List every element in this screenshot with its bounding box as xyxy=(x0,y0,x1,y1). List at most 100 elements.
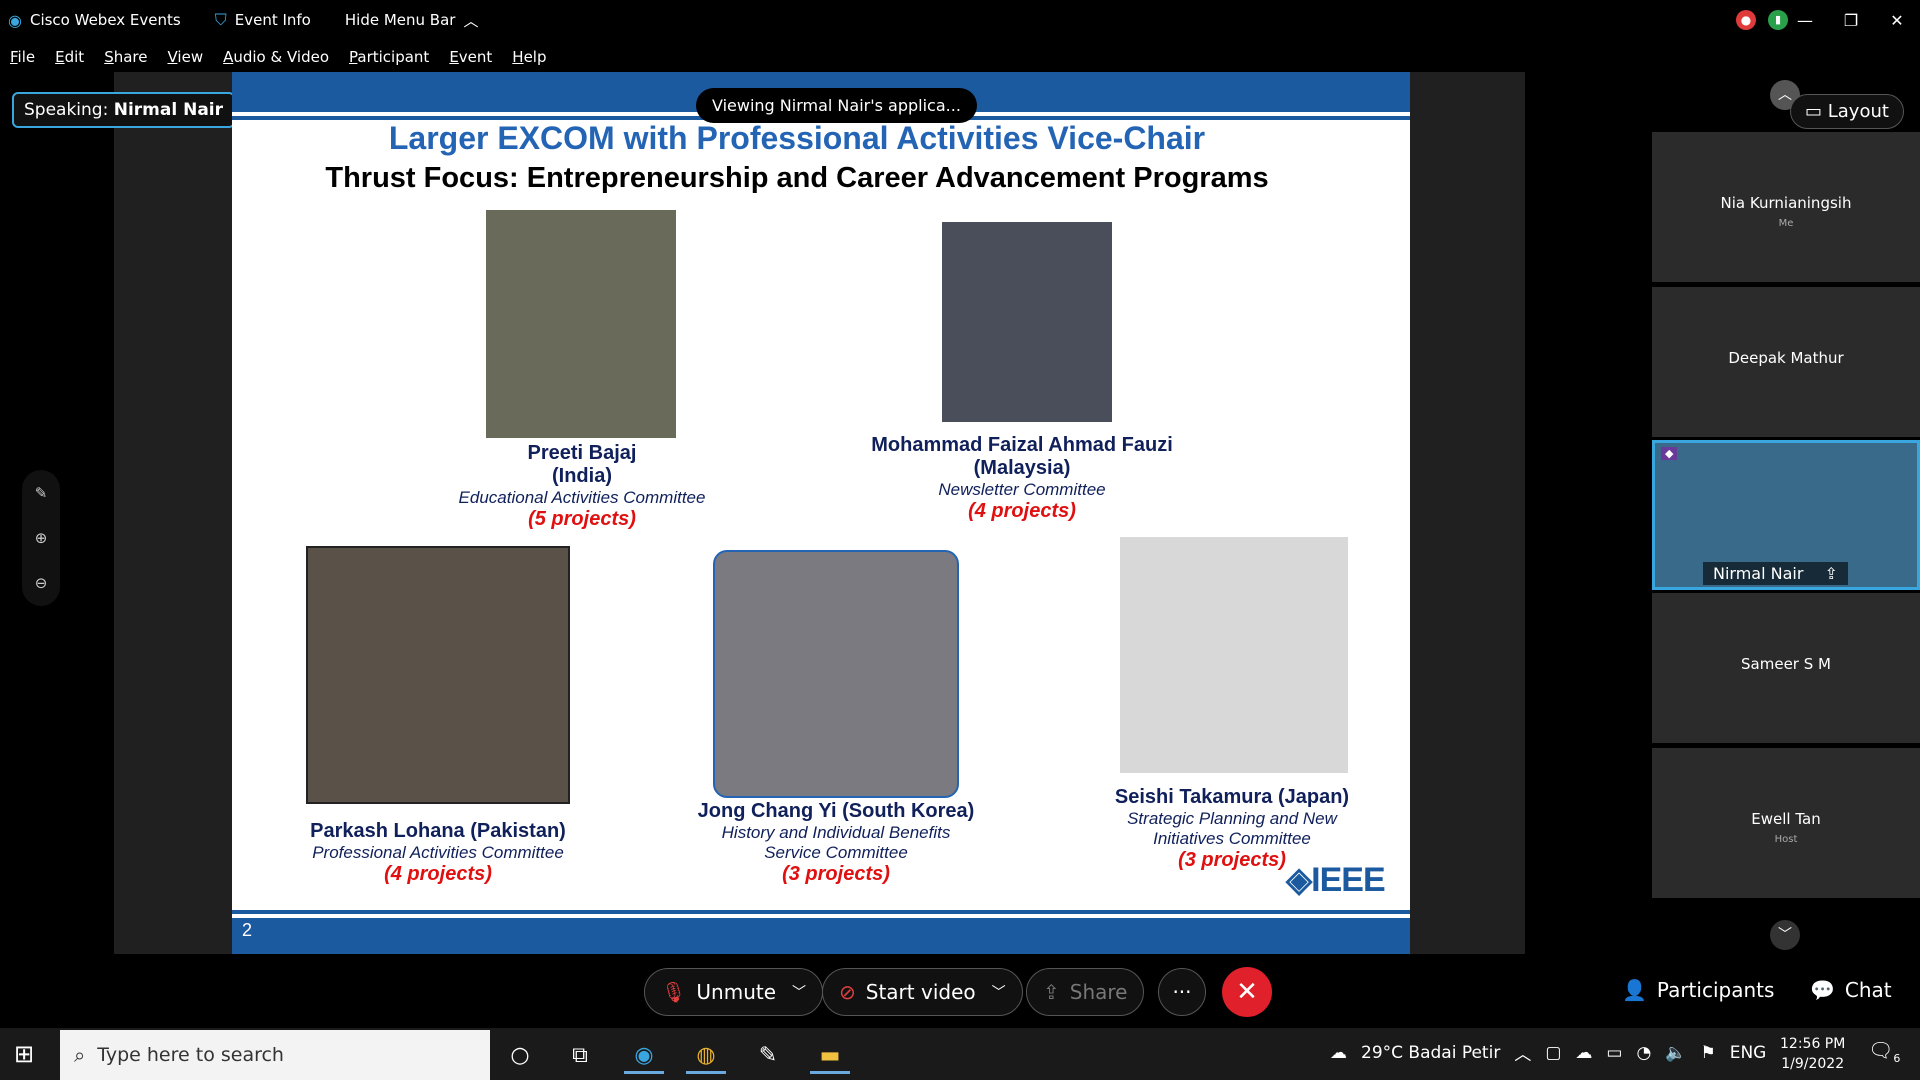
person-icon: 👤 xyxy=(1622,978,1647,1002)
photo-preeti-bajaj xyxy=(486,210,676,438)
app-title: ◉ Cisco Webex Events xyxy=(8,11,181,30)
person-projects: (4 projects) xyxy=(384,863,492,885)
flag-icon[interactable]: ⚑ xyxy=(1700,1043,1715,1063)
file-explorer-icon[interactable]: ▬ xyxy=(810,1038,850,1074)
speaking-name: Nirmal Nair xyxy=(113,100,224,120)
share-button[interactable]: ⇪ Share xyxy=(1026,968,1145,1016)
participants-label: Participants xyxy=(1656,978,1775,1002)
paint-taskbar-icon[interactable]: ✎ xyxy=(748,1038,788,1074)
viewing-banner: Viewing Nirmal Nair's applica... xyxy=(696,88,977,123)
person-committee: Educational Activities Committee xyxy=(458,488,706,507)
annotate-icon[interactable]: ✎ xyxy=(35,484,48,502)
participant-tile[interactable]: Deepak Mathur xyxy=(1652,287,1920,437)
windows-start-icon[interactable]: ⊞ xyxy=(14,1040,34,1068)
event-info-label: Event Info xyxy=(234,11,311,29)
photo-jong-chang-yi xyxy=(713,550,959,798)
search-icon: ⌕ xyxy=(74,1043,86,1067)
unmute-button[interactable]: 🎙 Unmute ﹀ xyxy=(644,968,824,1016)
layout-label: Layout xyxy=(1827,101,1889,122)
slide-bottom-line xyxy=(232,910,1410,914)
event-info-button[interactable]: ⛉ Event Info xyxy=(215,10,311,30)
person-name: Mohammad Faizal Ahmad Fauzi xyxy=(871,434,1173,456)
person-name: Parkash Lohana (Pakistan) xyxy=(310,820,566,842)
share-icon: ⇪ xyxy=(1043,980,1060,1004)
hide-menu-label: Hide Menu Bar xyxy=(344,11,456,29)
participant-role: Me xyxy=(1778,218,1794,229)
volume-icon[interactable]: 🔈 xyxy=(1665,1043,1686,1063)
wifi-icon[interactable]: ◔ xyxy=(1636,1043,1651,1063)
scroll-down-button[interactable]: ﹀ xyxy=(1770,920,1800,950)
hide-menu-bar-button[interactable]: Hide Menu Bar ︿ xyxy=(345,10,479,31)
ieee-badge-icon: ◆ xyxy=(1661,447,1678,460)
layout-button[interactable]: ▭ Layout xyxy=(1790,94,1904,129)
language-indicator[interactable]: ENG xyxy=(1730,1043,1767,1063)
menu-view[interactable]: View xyxy=(167,48,203,66)
person-card-mohammad-faizal: Mohammad Faizal Ahmad Fauzi (Malaysia) N… xyxy=(812,434,1232,523)
mic-muted-icon: 🎙 xyxy=(661,980,687,1004)
photo-seishi-takamura xyxy=(1120,537,1348,773)
menu-participant[interactable]: Participant xyxy=(349,48,429,66)
participant-tile-active-speaker[interactable]: ◆ Nirmal Nair ⇪ xyxy=(1652,440,1920,590)
slide-title: Larger EXCOM with Professional Activitie… xyxy=(388,120,1206,156)
participant-name: Nia Kurnianingsih xyxy=(1720,194,1852,212)
app-name: Cisco Webex Events xyxy=(29,11,181,29)
zoom-out-icon[interactable]: ⊖ xyxy=(35,574,48,592)
start-video-label: Start video xyxy=(865,980,976,1004)
person-committee: Professional Activities Committee xyxy=(312,843,564,862)
recording-icon[interactable]: ● xyxy=(1736,10,1756,30)
participant-tile[interactable]: Nia Kurnianingsih Me xyxy=(1652,132,1920,282)
zoom-in-icon[interactable]: ⊕ xyxy=(35,529,48,547)
photo-parkash-lohana xyxy=(306,546,570,804)
battery-icon[interactable]: ▭ xyxy=(1606,1043,1622,1063)
participant-tile[interactable]: Ewell Tan Host xyxy=(1652,748,1920,898)
taskbar-search-box[interactable]: ⌕ Type here to search xyxy=(60,1030,490,1080)
leave-button[interactable]: ✕ xyxy=(1222,967,1272,1017)
chevron-up-icon[interactable]: ︿ xyxy=(1514,1040,1531,1065)
weather-text[interactable]: 29°C Badai Petir xyxy=(1361,1043,1500,1063)
shared-slide: Viewing Nirmal Nair's applica... Larger … xyxy=(232,72,1410,954)
tray-app-icon[interactable]: ▢ xyxy=(1545,1043,1561,1063)
menu-bar: File Edit Share View Audio & Video Parti… xyxy=(0,42,567,72)
restore-icon[interactable]: ❐ xyxy=(1828,11,1874,30)
system-tray: ☁ 29°C Badai Petir ︿ ▢ ☁ ▭ ◔ 🔈 ⚑ ENG xyxy=(1330,1040,1780,1066)
participant-name: Sameer S M xyxy=(1741,655,1831,673)
menu-edit[interactable]: Edit xyxy=(55,48,84,66)
person-card-parkash-lohana: Parkash Lohana (Pakistan) Professional A… xyxy=(248,820,628,886)
speaking-prefix: Speaking: xyxy=(24,100,109,120)
close-icon[interactable]: ✕ xyxy=(1874,11,1920,30)
notification-center-icon[interactable]: 🗨6 xyxy=(1868,1038,1900,1065)
chat-button[interactable]: 💬 Chat xyxy=(1810,978,1892,1002)
menu-file[interactable]: File xyxy=(10,48,35,66)
chat-icon: 💬 xyxy=(1810,978,1835,1002)
ieee-diamond-icon: ◈ xyxy=(1286,861,1312,899)
cortana-icon[interactable]: ○ xyxy=(500,1038,540,1074)
chevron-down-icon[interactable]: ﹀ xyxy=(992,982,1006,1002)
ieee-logo: ◈IEEE xyxy=(1286,860,1386,900)
participant-name: Deepak Mathur xyxy=(1728,349,1844,367)
start-video-button[interactable]: ⊘ Start video ﹀ xyxy=(822,968,1023,1016)
task-view-icon[interactable]: ⧉ xyxy=(560,1038,600,1074)
participants-button[interactable]: 👤 Participants xyxy=(1622,978,1774,1002)
more-options-button[interactable]: ··· xyxy=(1158,968,1206,1016)
person-card-preeti-bajaj: Preeti Bajaj (India) Educational Activit… xyxy=(392,442,772,531)
chevron-down-icon[interactable]: ﹀ xyxy=(792,982,806,1002)
menu-help[interactable]: Help xyxy=(512,48,546,66)
notification-icon: 🗨 xyxy=(1868,1038,1894,1062)
photo-mohammad-faizal xyxy=(942,222,1112,422)
menu-audio-video[interactable]: Audio & Video xyxy=(223,48,329,66)
menu-event[interactable]: Event xyxy=(449,48,492,66)
weather-icon[interactable]: ☁ xyxy=(1330,1043,1347,1063)
taskbar-clock[interactable]: 12:56 PM 1/9/2022 xyxy=(1780,1034,1845,1074)
webex-taskbar-icon[interactable]: ◉ xyxy=(624,1038,664,1074)
menu-share[interactable]: Share xyxy=(104,48,147,66)
ieee-logo-text: IEEE xyxy=(1311,861,1385,899)
annotation-toolbar: ✎ ⊕ ⊖ xyxy=(22,470,60,606)
minimize-icon[interactable]: — xyxy=(1782,11,1828,30)
chrome-taskbar-icon[interactable]: ◍ xyxy=(686,1038,726,1074)
speaking-indicator: Speaking: Nirmal Nair xyxy=(12,92,236,128)
onedrive-icon[interactable]: ☁ xyxy=(1575,1043,1592,1063)
participant-name-label: Nirmal Nair ⇪ xyxy=(1703,562,1848,585)
close-icon: ✕ xyxy=(1236,977,1258,1007)
more-icon: ··· xyxy=(1172,980,1192,1004)
participant-tile[interactable]: Sameer S M xyxy=(1652,593,1920,743)
